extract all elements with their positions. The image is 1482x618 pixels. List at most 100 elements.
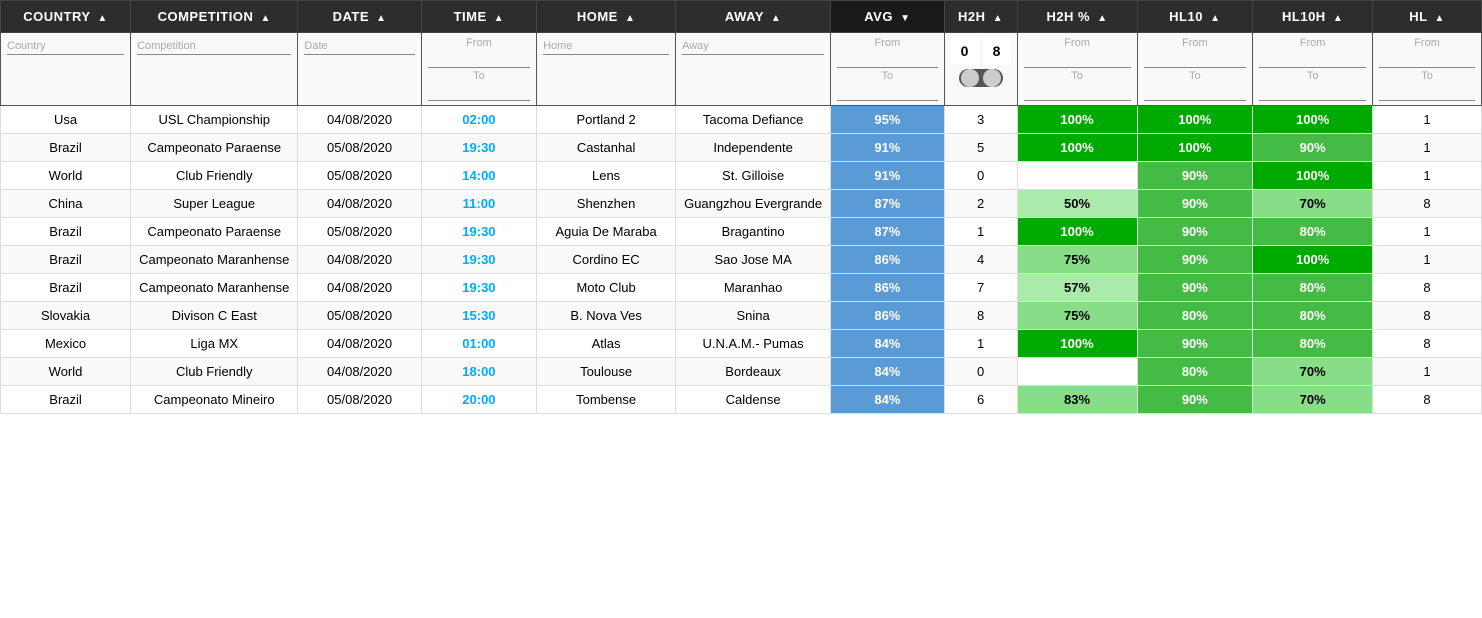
h2h-toggle[interactable] — [959, 69, 1003, 87]
competition-cell: Campeonato Paraense — [131, 218, 298, 246]
country-cell: Brazil — [1, 134, 131, 162]
hl-cell: 8 — [1373, 190, 1482, 218]
header-hl10h[interactable]: HL10H ▲ — [1253, 1, 1373, 33]
hl10h-cell: 80% — [1253, 302, 1373, 330]
hl10-to-input[interactable] — [1144, 84, 1247, 101]
h2h-pct-to-input[interactable] — [1024, 84, 1131, 101]
filter-h2h-pct[interactable]: From To — [1017, 33, 1137, 106]
hl10h-cell: 80% — [1253, 330, 1373, 358]
avg-cell: 95% — [831, 106, 944, 134]
away-cell: Caldense — [676, 386, 831, 414]
away-cell: Tacoma Defiance — [676, 106, 831, 134]
hl-cell: 1 — [1373, 358, 1482, 386]
h2h-pct-cell: 50% — [1017, 190, 1137, 218]
date-cell: 05/08/2020 — [298, 218, 421, 246]
table-row: WorldClub Friendly04/08/202018:00Toulous… — [1, 358, 1482, 386]
h2h-pct-cell: 100% — [1017, 330, 1137, 358]
sort-hl-icon: ▲ — [1434, 13, 1444, 24]
header-avg[interactable]: AVG ▼ — [831, 1, 944, 33]
hl10h-to-input[interactable] — [1259, 84, 1366, 101]
time-cell: 19:30 — [421, 274, 536, 302]
date-input[interactable] — [304, 38, 414, 55]
time-cell: 01:00 — [421, 330, 536, 358]
avg-from-input[interactable] — [837, 51, 937, 68]
table-row: MexicoLiga MX04/08/202001:00AtlasU.N.A.M… — [1, 330, 1482, 358]
hl10h-cell: 80% — [1253, 218, 1373, 246]
country-cell: Slovakia — [1, 302, 131, 330]
header-date[interactable]: DATE ▲ — [298, 1, 421, 33]
avg-cell: 91% — [831, 134, 944, 162]
hl-cell: 8 — [1373, 330, 1482, 358]
date-cell: 04/08/2020 — [298, 274, 421, 302]
filter-country[interactable] — [1, 33, 131, 106]
h2h-pct-cell — [1017, 162, 1137, 190]
date-cell: 05/08/2020 — [298, 134, 421, 162]
header-country[interactable]: COUNTRY ▲ — [1, 1, 131, 33]
table-row: ChinaSuper League04/08/202011:00Shenzhen… — [1, 190, 1482, 218]
filter-time[interactable]: From To — [421, 33, 536, 106]
filter-h2h: 0 8 — [944, 33, 1017, 106]
country-cell: Mexico — [1, 330, 131, 358]
filter-hl10[interactable]: From To — [1137, 33, 1253, 106]
filter-competition[interactable] — [131, 33, 298, 106]
header-h2h[interactable]: H2H ▲ — [944, 1, 1017, 33]
hl10h-cell: 100% — [1253, 162, 1373, 190]
country-cell: Brazil — [1, 246, 131, 274]
h2h-cell: 0 — [944, 358, 1017, 386]
filter-hl10h[interactable]: From To — [1253, 33, 1373, 106]
h2h-cell: 6 — [944, 386, 1017, 414]
away-input[interactable] — [682, 38, 824, 55]
time-to-input[interactable] — [428, 84, 530, 101]
competition-cell: Super League — [131, 190, 298, 218]
date-cell: 04/08/2020 — [298, 358, 421, 386]
competition-input[interactable] — [137, 38, 291, 55]
away-cell: Independente — [676, 134, 831, 162]
competition-cell: USL Championship — [131, 106, 298, 134]
h2h-pct-cell — [1017, 358, 1137, 386]
h2h-pct-from-input[interactable] — [1024, 51, 1131, 68]
header-away[interactable]: AWAY ▲ — [676, 1, 831, 33]
header-time[interactable]: TIME ▲ — [421, 1, 536, 33]
hl10h-cell: 80% — [1253, 274, 1373, 302]
time-cell: 18:00 — [421, 358, 536, 386]
hl10-cell: 90% — [1137, 330, 1253, 358]
h2h-pct-cell: 100% — [1017, 218, 1137, 246]
hl-to-input[interactable] — [1379, 84, 1475, 101]
home-cell: B. Nova Ves — [537, 302, 676, 330]
home-cell: Atlas — [537, 330, 676, 358]
home-input[interactable] — [543, 38, 669, 55]
header-home[interactable]: HOME ▲ — [537, 1, 676, 33]
filter-home[interactable] — [537, 33, 676, 106]
country-input[interactable] — [7, 38, 124, 55]
hl-cell: 1 — [1373, 218, 1482, 246]
header-h2h-pct[interactable]: H2H % ▲ — [1017, 1, 1137, 33]
time-cell: 11:00 — [421, 190, 536, 218]
home-cell: Castanhal — [537, 134, 676, 162]
time-from-input[interactable] — [428, 51, 530, 68]
filter-away[interactable] — [676, 33, 831, 106]
header-competition[interactable]: COMPETITION ▲ — [131, 1, 298, 33]
competition-cell: Campeonato Mineiro — [131, 386, 298, 414]
country-cell: Brazil — [1, 218, 131, 246]
home-cell: Tombense — [537, 386, 676, 414]
time-cell: 19:30 — [421, 134, 536, 162]
filter-hl[interactable]: From To — [1373, 33, 1482, 106]
header-hl[interactable]: HL ▲ — [1373, 1, 1482, 33]
filter-avg[interactable]: From To — [831, 33, 944, 106]
hl10-cell: 80% — [1137, 302, 1253, 330]
time-to-label: To — [428, 70, 530, 82]
hl-from-input[interactable] — [1379, 51, 1475, 68]
h2h-pct-cell: 75% — [1017, 302, 1137, 330]
sort-date-icon: ▲ — [376, 13, 386, 24]
table-row: WorldClub Friendly05/08/202014:00LensSt.… — [1, 162, 1482, 190]
date-cell: 05/08/2020 — [298, 302, 421, 330]
hl10-from-input[interactable] — [1144, 51, 1247, 68]
filter-date[interactable] — [298, 33, 421, 106]
header-hl10[interactable]: HL10 ▲ — [1137, 1, 1253, 33]
hl10h-from-input[interactable] — [1259, 51, 1366, 68]
competition-cell: Club Friendly — [131, 162, 298, 190]
date-cell: 05/08/2020 — [298, 386, 421, 414]
avg-from-label: From — [837, 37, 937, 49]
hl10-cell: 90% — [1137, 246, 1253, 274]
avg-to-input[interactable] — [837, 84, 937, 101]
